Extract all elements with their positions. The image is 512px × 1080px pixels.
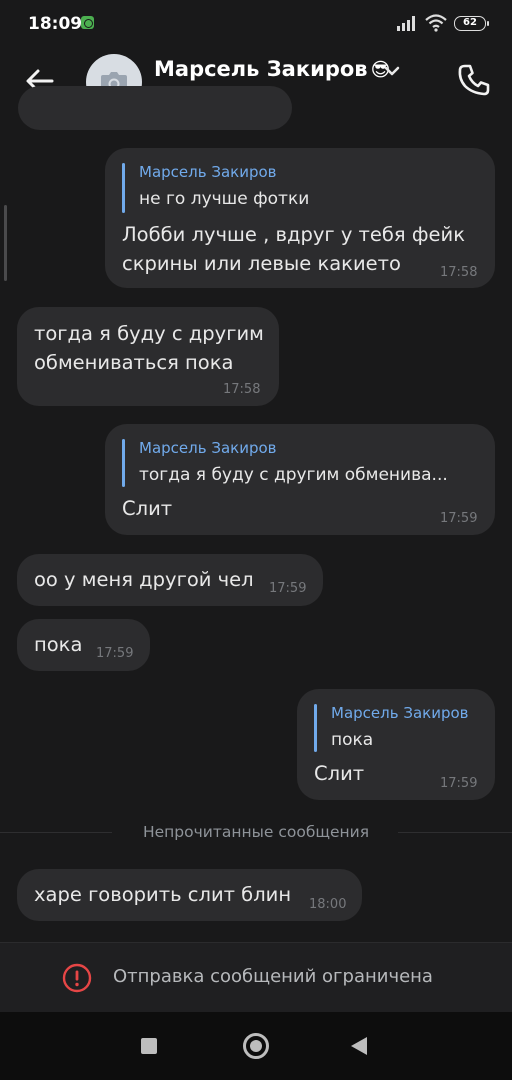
message-bubble-incoming[interactable]: тогда я буду с другим обмениваться пока … (17, 307, 279, 406)
message-text: Слит (122, 497, 173, 520)
reply-author: Марсель Закиров (331, 704, 469, 722)
scroll-indicator[interactable] (4, 205, 7, 281)
chevron-down-icon[interactable] (382, 62, 402, 80)
phone-icon[interactable] (456, 62, 492, 98)
message-time: 17:59 (440, 511, 478, 526)
exclamation-circle-icon (62, 963, 92, 993)
reply-quote-bar (122, 439, 125, 487)
message-text: оо у меня другой чел (34, 568, 254, 591)
reply-author: Марсель Закиров (139, 439, 277, 457)
back-triangle-icon[interactable] (351, 1037, 367, 1055)
message-bubble-incoming[interactable]: оо у меня другой чел 17:59 (17, 554, 323, 606)
message-bubble-partial[interactable] (18, 86, 292, 130)
restricted-notice-text: Отправка сообщений ограничена (113, 966, 433, 987)
signal-icon (397, 16, 415, 31)
message-time: 17:58 (440, 265, 478, 280)
message-bubble-outgoing[interactable]: Марсель Закиров пока Слит 17:59 (297, 689, 495, 800)
message-time: 17:59 (269, 581, 307, 596)
message-time: 18:00 (309, 897, 347, 912)
reply-quote-bar (122, 163, 125, 213)
messaging-restricted-bar: Отправка сообщений ограничена (0, 942, 512, 1012)
status-bar: 18:09 62 (0, 0, 512, 48)
home-circle-icon[interactable] (243, 1033, 269, 1059)
message-text: обмениваться пока (34, 351, 234, 374)
reply-text: не го лучше фотки (139, 189, 310, 209)
message-text: харе говорить слит блин (34, 883, 292, 906)
message-time: 17:58 (223, 382, 261, 397)
reply-quote-bar (314, 704, 317, 752)
message-bubble-outgoing[interactable]: Марсель Закиров тогда я буду с другим об… (105, 424, 495, 535)
battery-indicator: 62 (454, 16, 489, 31)
system-nav-bar (0, 1012, 512, 1080)
status-time: 18:09 (28, 14, 83, 34)
message-text: Лобби лучше , вдруг у тебя фейк (122, 223, 465, 246)
chat-screen: 18:09 62 Марсель Закиров 😎 Марсель Закир… (0, 0, 512, 1080)
message-bubble-incoming[interactable]: харе говорить слит блин 18:00 (17, 869, 362, 921)
message-text: Слит (314, 762, 365, 785)
message-bubble-incoming[interactable]: пока 17:59 (17, 619, 150, 671)
recents-square-icon[interactable] (141, 1038, 157, 1054)
notification-app-icon (81, 16, 94, 29)
message-text: пока (34, 633, 83, 656)
contact-name-text: Марсель Закиров (154, 57, 368, 81)
message-time: 17:59 (440, 776, 478, 791)
message-text: тогда я буду с другим (34, 322, 264, 345)
message-time: 17:59 (96, 646, 134, 661)
message-bubble-outgoing[interactable]: Марсель Закиров не го лучше фотки Лобби … (105, 148, 495, 288)
unread-divider: Непрочитанные сообщения (0, 820, 512, 846)
reply-text: пока (331, 730, 374, 750)
wifi-icon (425, 14, 447, 32)
contact-name[interactable]: Марсель Закиров 😎 (154, 57, 390, 81)
reply-author: Марсель Закиров (139, 163, 277, 181)
message-text: скрины или левые какието (122, 252, 401, 275)
divider-line (398, 832, 512, 833)
reply-text: тогда я буду с другим обменива... (139, 465, 448, 485)
